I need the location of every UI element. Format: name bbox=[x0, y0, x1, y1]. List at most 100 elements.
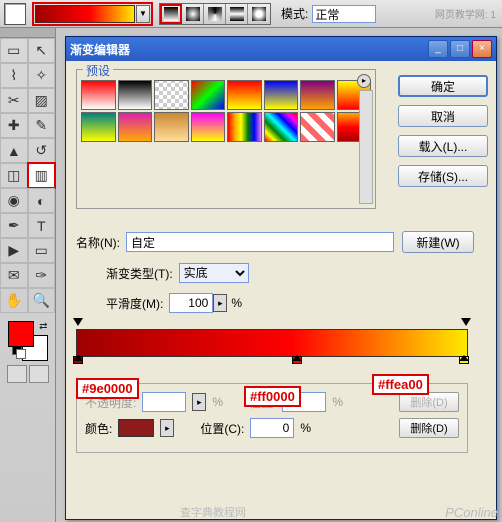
minimize-button[interactable]: _ bbox=[428, 40, 448, 58]
opacity-stop-left[interactable] bbox=[73, 318, 83, 328]
annotation-color-3: #ffea00 bbox=[372, 374, 429, 395]
color-stop-1[interactable] bbox=[73, 356, 85, 370]
quickmask-mode-button[interactable] bbox=[29, 365, 49, 383]
history-brush-tool[interactable]: ↺ bbox=[28, 138, 56, 163]
opacity-dropdown-icon: ▸ bbox=[192, 393, 206, 411]
position2-label: 位置(C): bbox=[200, 420, 244, 437]
lasso-tool[interactable]: ⌇ bbox=[0, 63, 28, 88]
tool-preset-swatch[interactable] bbox=[4, 3, 26, 25]
standard-mode-button[interactable] bbox=[7, 365, 27, 383]
annotation-color-2: #ff0000 bbox=[244, 386, 301, 407]
smoothness-input[interactable] bbox=[169, 293, 213, 313]
dialog-titlebar[interactable]: 渐变编辑器 _ □ × bbox=[66, 37, 496, 61]
smoothness-dropdown-icon[interactable]: ▸ bbox=[213, 294, 227, 312]
opacity-input bbox=[142, 392, 186, 412]
color-dropdown-icon[interactable]: ▸ bbox=[160, 419, 174, 437]
percent-label: % bbox=[231, 296, 242, 310]
stamp-tool[interactable]: ▲ bbox=[0, 138, 28, 163]
preset-swatch[interactable] bbox=[191, 112, 226, 142]
zoom-tool[interactable]: 🔍 bbox=[28, 288, 56, 313]
preset-panel: 预设 ▸ bbox=[76, 69, 376, 209]
color-swatch[interactable] bbox=[118, 419, 154, 437]
heal-tool[interactable]: ✚ bbox=[0, 113, 28, 138]
gradient-dropdown-icon[interactable]: ▼ bbox=[136, 5, 150, 23]
maximize-button[interactable]: □ bbox=[450, 40, 470, 58]
new-button[interactable]: 新建(W) bbox=[402, 231, 474, 253]
preset-swatch[interactable] bbox=[154, 112, 189, 142]
options-bar: ▼ 模式: 正常 网页教学网: 1 bbox=[0, 0, 502, 28]
name-label: 名称(N): bbox=[76, 234, 120, 251]
gradient-type-select[interactable]: 实底 bbox=[179, 263, 249, 283]
eyedropper-tool[interactable]: ✑ bbox=[28, 263, 56, 288]
move-tool[interactable]: ↖ bbox=[28, 38, 56, 63]
angle-gradient-button[interactable] bbox=[204, 4, 226, 24]
color-stop-3[interactable] bbox=[459, 356, 471, 370]
preset-swatch[interactable] bbox=[118, 112, 153, 142]
wand-tool[interactable]: ✧ bbox=[28, 63, 56, 88]
ok-button[interactable]: 确定 bbox=[398, 75, 488, 97]
crop-tool[interactable]: ✂ bbox=[0, 88, 28, 113]
cancel-button[interactable]: 取消 bbox=[398, 105, 488, 127]
preset-swatch[interactable] bbox=[300, 112, 335, 142]
preset-swatch[interactable] bbox=[227, 80, 262, 110]
color-stop-2[interactable] bbox=[292, 356, 304, 370]
radial-gradient-button[interactable] bbox=[182, 4, 204, 24]
gradient-editor-dialog: 渐变编辑器 _ □ × 预设 ▸ bbox=[65, 36, 497, 520]
annotation-color-1: #9e0000 bbox=[76, 378, 139, 399]
fg-bg-swatches: ⇄ bbox=[8, 321, 48, 361]
gradient-bar-area bbox=[76, 329, 468, 357]
toolbox-grip[interactable] bbox=[0, 28, 55, 38]
diamond-gradient-button[interactable] bbox=[248, 4, 270, 24]
preset-swatch[interactable] bbox=[81, 112, 116, 142]
preset-swatch[interactable] bbox=[118, 80, 153, 110]
path-select-tool[interactable]: ▶ bbox=[0, 238, 28, 263]
toolbox: ▭ ↖ ⌇ ✧ ✂ ▨ ✚ ✎ ▲ ↺ ◫ ▥ ◉ ◐ ✒ T ▶ ▭ ✉ ✑ … bbox=[0, 28, 56, 522]
blend-mode-label: 模式: bbox=[281, 5, 308, 22]
preset-scrollbar[interactable] bbox=[359, 90, 373, 204]
load-button[interactable]: 载入(L)... bbox=[398, 135, 488, 157]
gradient-picker[interactable] bbox=[35, 5, 135, 23]
linear-gradient-button[interactable] bbox=[160, 4, 182, 24]
blend-mode-select[interactable]: 正常 bbox=[312, 5, 376, 23]
preset-swatch[interactable] bbox=[264, 80, 299, 110]
watermark-top: 网页教学网: 1 bbox=[435, 6, 496, 21]
delete-color-button[interactable]: 删除(D) bbox=[399, 418, 459, 438]
color-label: 颜色: bbox=[85, 420, 112, 437]
shape-tool[interactable]: ▭ bbox=[28, 238, 56, 263]
opacity-stop-right[interactable] bbox=[461, 318, 471, 328]
preset-swatch[interactable] bbox=[264, 112, 299, 142]
swap-colors-icon[interactable]: ⇄ bbox=[39, 321, 47, 332]
preset-swatch[interactable] bbox=[191, 80, 226, 110]
eraser-tool[interactable]: ◫ bbox=[0, 163, 28, 188]
position2-input[interactable] bbox=[250, 418, 294, 438]
gradient-type-group bbox=[159, 3, 271, 25]
blur-tool[interactable]: ◉ bbox=[0, 188, 28, 213]
gradient-tool[interactable]: ▥ bbox=[28, 163, 56, 188]
hand-tool[interactable]: ✋ bbox=[0, 288, 28, 313]
save-button[interactable]: 存储(S)... bbox=[398, 165, 488, 187]
slice-tool[interactable]: ▨ bbox=[28, 88, 56, 113]
gradient-bar[interactable] bbox=[76, 329, 468, 357]
dodge-tool[interactable]: ◐ bbox=[28, 188, 56, 213]
watermark-bottom: PConline bbox=[445, 505, 498, 520]
preset-swatch[interactable] bbox=[227, 112, 262, 142]
preset-label: 预设 bbox=[83, 62, 113, 79]
preset-menu-icon[interactable]: ▸ bbox=[357, 74, 371, 88]
foreground-swatch[interactable] bbox=[8, 321, 34, 347]
delete-opacity-button: 删除(D) bbox=[399, 392, 459, 412]
reflected-gradient-button[interactable] bbox=[226, 4, 248, 24]
default-colors-icon[interactable] bbox=[12, 345, 26, 359]
watermark-bottom2: 查字典教程网 bbox=[180, 504, 246, 520]
pen-tool[interactable]: ✒ bbox=[0, 213, 28, 238]
marquee-tool[interactable]: ▭ bbox=[0, 38, 28, 63]
close-button[interactable]: × bbox=[472, 40, 492, 58]
type-tool[interactable]: T bbox=[28, 213, 56, 238]
preset-swatch[interactable] bbox=[300, 80, 335, 110]
notes-tool[interactable]: ✉ bbox=[0, 263, 28, 288]
dialog-title: 渐变编辑器 bbox=[70, 41, 426, 58]
preset-swatch[interactable] bbox=[154, 80, 189, 110]
preset-swatch[interactable] bbox=[81, 80, 116, 110]
brush-tool[interactable]: ✎ bbox=[28, 113, 56, 138]
gradient-type-label: 渐变类型(T): bbox=[106, 265, 173, 282]
name-input[interactable] bbox=[126, 232, 394, 252]
